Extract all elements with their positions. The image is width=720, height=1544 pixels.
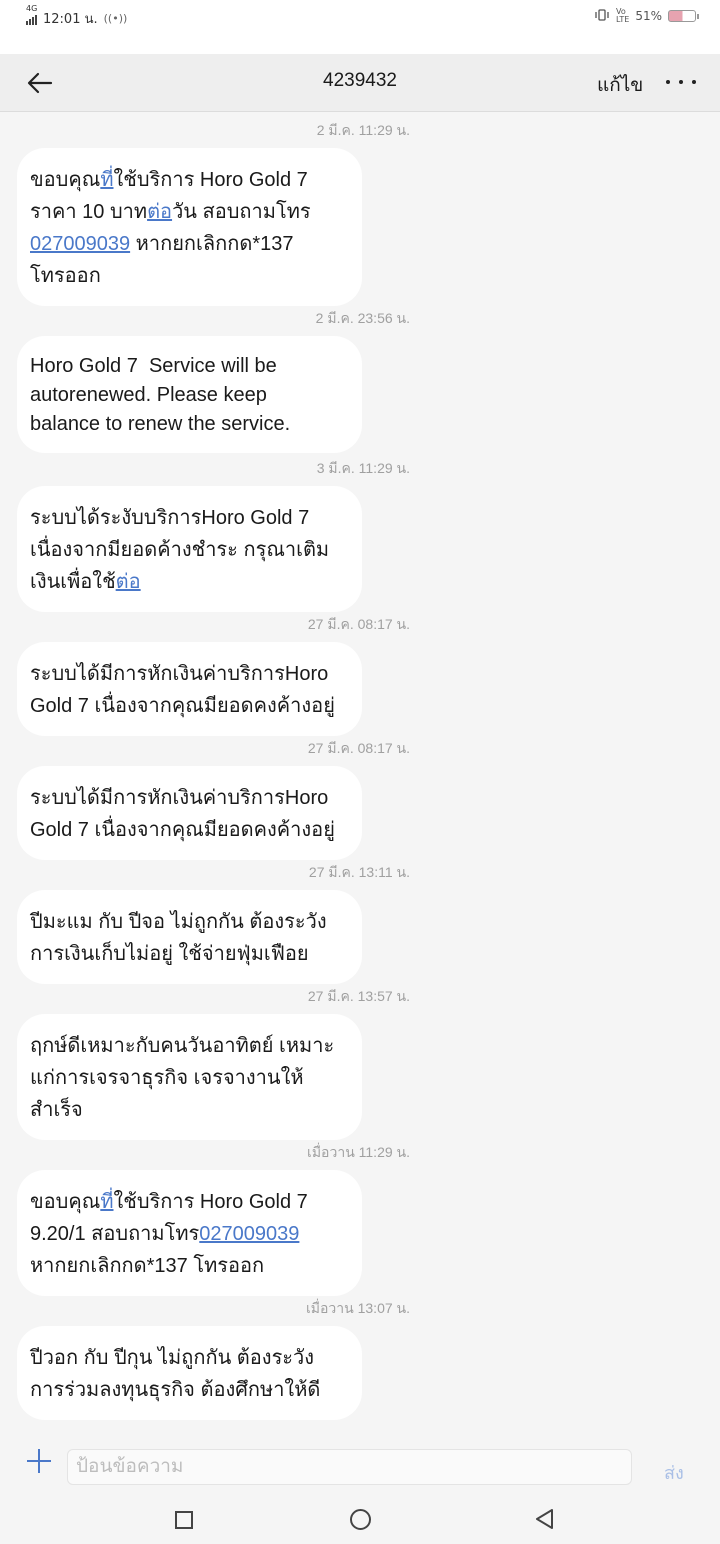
triangle-back-icon[interactable] — [534, 1508, 554, 1534]
message-text: ฤกษ์ดีเหมาะกับคนวันอาทิตย์ เหมาะ — [30, 1035, 335, 1057]
wifi-volte-icon: Vo LTE — [616, 7, 630, 24]
message-text: ระบบได้มีการหักเงินค่าบริการHoro — [30, 787, 329, 809]
message-link[interactable]: ที่ — [100, 169, 113, 191]
message-line: ระบบได้มีการหักเงินค่าบริการHoro — [30, 782, 349, 814]
message-line: เงินเพื่อใช้ต่อ — [30, 566, 349, 598]
message-line: ปีวอก กับ ปีกุน ไม่ถูกกัน ต้องระวัง — [30, 1342, 349, 1374]
message-text: ขอบคุณ — [30, 1191, 101, 1213]
message-line: สำเร็จ — [30, 1094, 349, 1126]
message-line: เนื่องจากมียอดค้างชำระ กรุณาเติม — [30, 534, 349, 566]
message-line: การร่วมลงทุนธุรกิจ ต้องศึกษาให้ดี — [30, 1374, 349, 1406]
message-line: autorenewed. Please keep — [30, 381, 349, 410]
composer: ส่ง — [0, 1432, 720, 1488]
message-text: ขอบคุณ — [30, 169, 101, 191]
app-bar: 4239432 แก้ไข — [0, 54, 720, 112]
message-bubble[interactable]: ปีวอก กับ ปีกุน ไม่ถูกกัน ต้องระวังการร่… — [17, 1326, 362, 1420]
hotspot-icon: ((•)) — [103, 12, 128, 25]
message-bubble[interactable]: ขอบคุณที่ใช้บริการ Horo Gold 7 ราคา 10 บา… — [17, 148, 362, 306]
message-line: ขอบคุณที่ใช้บริการ Horo Gold 7 — [30, 164, 349, 196]
message-line: ขอบคุณที่ใช้บริการ Horo Gold 7 — [30, 1186, 349, 1218]
message-timestamp: เมื่อวาน 11:29 น. — [307, 1144, 410, 1160]
message-timestamp: 27 มี.ค. 08:17 น. — [307, 740, 410, 756]
message-line: ระบบได้มีการหักเงินค่าบริการHoro — [30, 658, 349, 690]
send-button[interactable]: ส่ง — [664, 1458, 684, 1487]
message-text: การเงินเก็บไม่อยู่ ใช้จ่ายฟุ่มเฟือย — [30, 943, 309, 965]
vibrate-icon — [594, 8, 610, 24]
message-text: Horo Gold 7 Service will be — [30, 355, 277, 377]
message-input[interactable] — [67, 1449, 632, 1485]
clock: 12:01 น. — [43, 12, 98, 27]
message-text: ราคา 10 บาท — [30, 201, 148, 223]
message-bubble[interactable]: ฤกษ์ดีเหมาะกับคนวันอาทิตย์ เหมาะแก่การเจ… — [17, 1014, 362, 1140]
message-line: 027009039 หากยกเลิกกด*137 — [30, 228, 349, 260]
message-timestamp: 27 มี.ค. 08:17 น. — [307, 616, 410, 632]
message-text: balance to renew the service. — [30, 413, 291, 435]
message-timestamp: 2 มี.ค. 23:56 น. — [315, 310, 410, 326]
message-timestamp: 2 มี.ค. 11:29 น. — [316, 122, 410, 138]
plus-icon[interactable] — [26, 1448, 52, 1474]
message-text: โทรออก — [30, 265, 101, 287]
message-line: การเงินเก็บไม่อยู่ ใช้จ่ายฟุ่มเฟือย — [30, 938, 349, 970]
more-horizontal-icon — [666, 80, 670, 84]
message-text: ปีมะแม กับ ปีจอ ไม่ถูกกัน ต้องระวัง — [30, 911, 327, 933]
battery-percent: 51% — [635, 9, 662, 23]
message-link[interactable]: 027009039 — [199, 1223, 299, 1245]
message-line: ราคา 10 บาทต่อวัน สอบถามโทร — [30, 196, 349, 228]
message-text: ปีวอก กับ ปีกุน ไม่ถูกกัน ต้องระวัง — [30, 1347, 315, 1369]
message-text: เนื่องจากมียอดค้างชำระ กรุณาเติม — [30, 539, 330, 561]
edit-button[interactable]: แก้ไข — [597, 70, 643, 100]
message-line: ปีมะแม กับ ปีจอ ไม่ถูกกัน ต้องระวัง — [30, 906, 349, 938]
navigation-bar — [0, 1488, 720, 1544]
message-bubble[interactable]: ระบบได้มีการหักเงินค่าบริการHoro Gold 7 เ… — [17, 766, 362, 860]
message-text: autorenewed. Please keep — [30, 384, 267, 406]
circle-icon[interactable] — [350, 1509, 371, 1530]
message-line: Gold 7 เนื่องจากคุณมียอดคงค้างอยู่ — [30, 690, 349, 722]
message-text: ใช้บริการ Horo Gold 7 — [113, 169, 308, 191]
message-text: วัน สอบถามโทร — [172, 201, 311, 223]
message-line: แก่การเจรจาธุรกิจ เจรจางานให้ — [30, 1062, 349, 1094]
message-timestamp: 27 มี.ค. 13:57 น. — [307, 988, 410, 1004]
status-left: 4G 12:01 น. ((•)) — [26, 4, 128, 29]
battery-icon — [668, 10, 699, 22]
message-timestamp: 3 มี.ค. 11:29 น. — [316, 460, 410, 476]
message-text: การร่วมลงทุนธุรกิจ ต้องศึกษาให้ดี — [30, 1379, 321, 1401]
message-timestamp: เมื่อวาน 13:07 น. — [306, 1300, 410, 1316]
message-line: Gold 7 เนื่องจากคุณมียอดคงค้างอยู่ — [30, 814, 349, 846]
message-text: Gold 7 เนื่องจากคุณมียอดคงค้างอยู่ — [30, 819, 335, 841]
message-bubble[interactable]: Horo Gold 7 Service will be autorenewed. … — [17, 336, 362, 453]
message-link[interactable]: ต่อ — [116, 571, 141, 593]
message-text: เงินเพื่อใช้ — [30, 571, 116, 593]
status-bar: 4G 12:01 น. ((•)) Vo LTE 51% — [0, 0, 720, 54]
message-line: balance to renew the service. — [30, 410, 349, 439]
message-line: โทรออก — [30, 260, 349, 292]
message-text: ระบบได้ระงับบริการHoro Gold 7 — [30, 507, 310, 529]
message-line: Horo Gold 7 Service will be — [30, 352, 349, 381]
more-options-button[interactable] — [666, 70, 696, 94]
message-bubble[interactable]: ระบบได้มีการหักเงินค่าบริการHoro Gold 7 เ… — [17, 642, 362, 736]
message-link[interactable]: ที่ — [100, 1191, 113, 1213]
message-text: Gold 7 เนื่องจากคุณมียอดคงค้างอยู่ — [30, 695, 335, 717]
square-icon[interactable] — [175, 1511, 193, 1529]
message-line: หากยกเลิกกด*137 โทรออก — [30, 1250, 349, 1282]
signal-icon — [26, 13, 37, 25]
message-text: สำเร็จ — [30, 1099, 83, 1121]
message-bubble[interactable]: ปีมะแม กับ ปีจอ ไม่ถูกกัน ต้องระวังการเง… — [17, 890, 362, 984]
message-line: ระบบได้ระงับบริการHoro Gold 7 — [30, 502, 349, 534]
status-right: Vo LTE 51% — [594, 7, 699, 24]
message-text: หากยกเลิกกด*137 โทรออก — [30, 1255, 265, 1277]
message-link[interactable]: ต่อ — [147, 201, 172, 223]
message-bubble[interactable]: ขอบคุณที่ใช้บริการ Horo Gold 7 9.20/1 สอบ… — [17, 1170, 362, 1296]
message-link[interactable]: 027009039 — [30, 233, 130, 255]
message-text: หากยกเลิกกด*137 — [130, 233, 294, 255]
message-bubble[interactable]: ระบบได้ระงับบริการHoro Gold 7 เนื่องจากมี… — [17, 486, 362, 612]
message-text: แก่การเจรจาธุรกิจ เจรจางานให้ — [30, 1067, 304, 1089]
message-line: 9.20/1 สอบถามโทร027009039 — [30, 1218, 349, 1250]
network-label: 4G — [26, 4, 38, 13]
message-text: 9.20/1 สอบถามโทร — [30, 1223, 200, 1245]
message-text: ระบบได้มีการหักเงินค่าบริการHoro — [30, 663, 329, 685]
message-timestamp: 27 มี.ค. 13:11 น. — [308, 864, 410, 880]
message-line: ฤกษ์ดีเหมาะกับคนวันอาทิตย์ เหมาะ — [30, 1030, 349, 1062]
message-text: ใช้บริการ Horo Gold 7 — [113, 1191, 308, 1213]
